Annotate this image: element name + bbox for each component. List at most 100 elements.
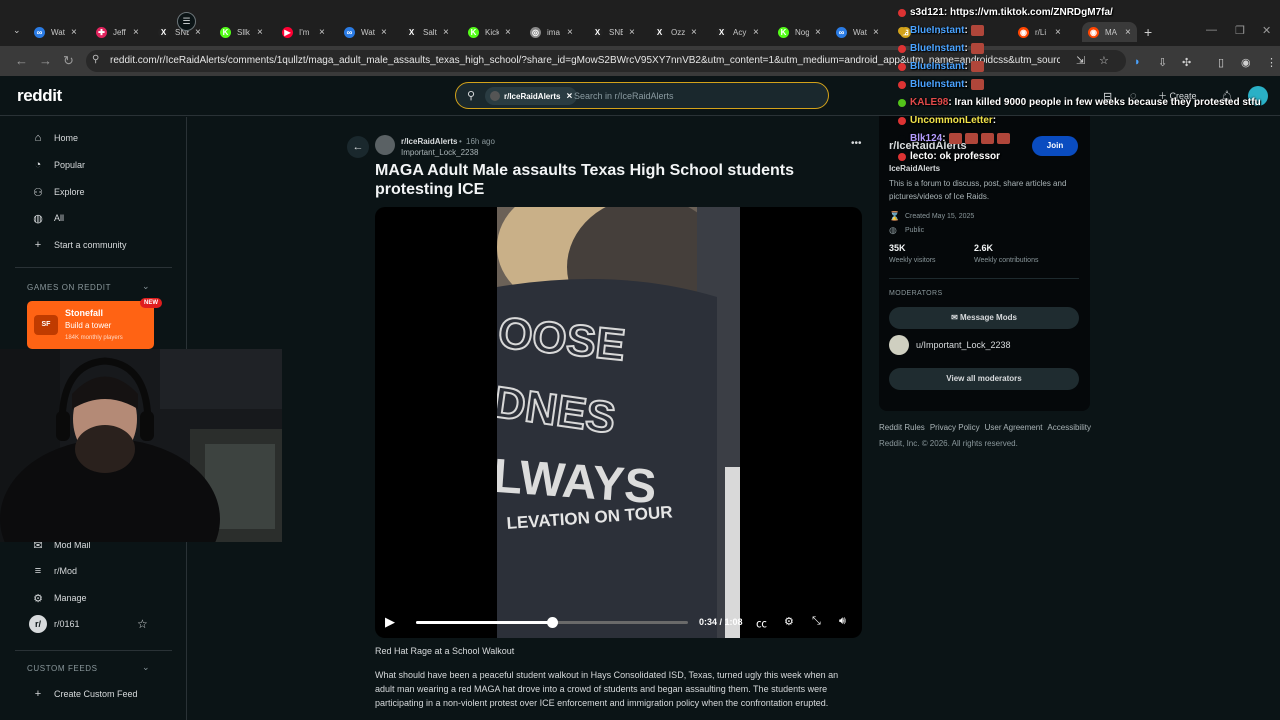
video-frame: OOSE DNES LWAYS LEVATION ON TOUR [497, 207, 740, 638]
chevron-up-icon[interactable]: ⌄ [142, 281, 150, 292]
menu-icon[interactable]: ⋮ [1266, 56, 1277, 69]
tab-title: I'm [299, 27, 310, 37]
tab-close-icon[interactable]: × [257, 27, 263, 38]
user-avatar[interactable] [1248, 86, 1268, 106]
settings-gear-icon[interactable]: ⚙ [784, 615, 794, 628]
more-options-icon[interactable]: ••• [851, 138, 862, 149]
download-icon[interactable]: ⇩ [1158, 56, 1167, 69]
browser-tab[interactable]: X SNE × [592, 22, 635, 42]
browser-tab[interactable]: X Ozz × [654, 22, 697, 42]
chevron-down-icon[interactable]: ⌄ [142, 662, 150, 673]
nav-start-community[interactable]: + Start a community [31, 236, 127, 254]
post-author[interactable]: Important_Lock_2238 [401, 148, 478, 157]
subreddit-filter-chip[interactable]: r/IceRaidAlerts × [485, 87, 578, 105]
nav-home[interactable]: ⌂ Home [31, 129, 78, 147]
tab-close-icon[interactable]: × [629, 27, 635, 38]
tab-close-icon[interactable]: × [195, 27, 201, 38]
fullscreen-icon[interactable]: ⤡ [812, 615, 821, 628]
nav-r-mod[interactable]: ≡ r/Mod [31, 562, 77, 580]
seek-bar[interactable] [416, 617, 688, 628]
advertise-icon[interactable]: ⊟ [1103, 90, 1112, 103]
tab-close-icon[interactable]: × [567, 27, 573, 38]
post-subreddit[interactable]: r/IceRaidAlerts [401, 137, 457, 146]
profile-icon[interactable]: ◉ [1241, 56, 1251, 69]
browser-tab[interactable]: X Salt × [406, 22, 449, 42]
install-icon[interactable]: ⇲ [1076, 54, 1085, 67]
browser-tab[interactable]: ∞ Wat × [836, 22, 879, 42]
captions-icon[interactable]: ㏄ [756, 615, 767, 631]
close-window-icon[interactable]: ✕ [1262, 24, 1271, 37]
search-input[interactable] [574, 88, 814, 104]
tab-close-icon[interactable]: × [505, 27, 511, 38]
browser-tab[interactable]: K Sllk × [220, 22, 263, 42]
nav-popular[interactable]: ◔ Popular [31, 156, 85, 174]
browser-tab[interactable]: ◉ MA × [1082, 22, 1137, 42]
game-card-stonefall[interactable]: SF Stonefall Build a tower 184K monthly … [27, 301, 154, 349]
site-info-icon[interactable]: ⚲ [92, 54, 99, 65]
browser-tab[interactable]: ▶ I'm × [282, 22, 325, 42]
tab-search-icon[interactable]: ⌄ [13, 25, 21, 36]
create-button[interactable]: ＋ Create [1158, 89, 1197, 102]
extension-icon[interactable]: ◗ [1134, 56, 1141, 68]
notifications-icon[interactable]: 🔔︎ [1220, 90, 1234, 103]
volume-icon[interactable]: 🔊︎ [839, 615, 846, 628]
nav-all[interactable]: ◍ All [31, 209, 64, 227]
search-bar[interactable]: ⚲ r/IceRaidAlerts × [455, 82, 829, 109]
tab-close-icon[interactable]: × [815, 27, 821, 38]
moderator-entry[interactable]: u/Important_Lock_2238 [889, 335, 1011, 355]
back-arrow-icon[interactable]: ← [347, 136, 369, 158]
forward-icon[interactable]: → [39, 53, 52, 68]
footer-link[interactable]: Reddit Rules [879, 423, 925, 432]
seek-handle[interactable] [547, 617, 558, 628]
message-mods-button[interactable]: ✉ Message Mods [889, 307, 1079, 329]
tab-close-icon[interactable]: × [133, 27, 139, 38]
play-icon[interactable]: ▶ [385, 614, 395, 630]
tab-close-icon[interactable]: × [1055, 27, 1061, 38]
minimize-icon[interactable]: — [1206, 24, 1217, 36]
browser-tab[interactable]: ⊞ × [900, 22, 943, 42]
browser-tab[interactable]: K Nog × [778, 22, 821, 42]
nav-explore[interactable]: ⚇ Explore [31, 183, 84, 201]
tab-close-icon[interactable]: × [753, 27, 759, 38]
url-text[interactable]: reddit.com/r/IceRaidAlerts/comments/1qul… [110, 55, 1060, 66]
new-tab-button[interactable]: + [1144, 24, 1152, 40]
tab-close-icon[interactable]: × [319, 27, 325, 38]
footer-link[interactable]: Accessibility [1047, 423, 1091, 432]
reddit-logo[interactable]: reddit [17, 86, 62, 106]
community-title[interactable]: r/IceRaidAlerts [889, 140, 967, 152]
tab-close-icon[interactable]: × [1125, 27, 1131, 38]
tab-close-icon[interactable]: × [443, 27, 449, 38]
url-field[interactable]: ⚲ reddit.com/r/IceRaidAlerts/comments/1q… [86, 50, 1126, 72]
tab-close-icon[interactable]: × [381, 27, 387, 38]
view-all-moderators-button[interactable]: View all moderators [889, 368, 1079, 390]
back-icon[interactable]: ← [15, 53, 28, 68]
tab-title: r/Li [1035, 27, 1047, 37]
tab-close-icon[interactable]: × [691, 27, 697, 38]
chat-icon[interactable]: ◌ [1130, 90, 1137, 102]
sidebar-toggle-icon[interactable]: ▯ [1218, 56, 1224, 69]
subreddit-avatar[interactable] [375, 135, 395, 155]
tab-close-icon[interactable]: × [71, 27, 77, 38]
browser-tab[interactable]: X Acy × [716, 22, 759, 42]
collapse-sidebar-icon[interactable]: ☰ [177, 12, 196, 31]
browser-tab[interactable]: ∞ Wat × [34, 22, 77, 42]
reload-icon[interactable]: ↻ [63, 53, 74, 69]
browser-tab[interactable]: K Kick × [468, 22, 511, 42]
tab-close-icon[interactable]: × [937, 27, 943, 38]
create-custom-feed[interactable]: + Create Custom Feed [31, 685, 138, 703]
browser-tab[interactable]: ◉ r/Li × [1018, 22, 1061, 42]
bookmark-star-icon[interactable]: ☆ [1099, 54, 1109, 67]
chip-remove-icon[interactable]: × [566, 91, 572, 102]
extensions-puzzle-icon[interactable]: ✣ [1182, 56, 1191, 69]
favorite-star-icon[interactable]: ☆ [137, 617, 148, 631]
footer-link[interactable]: User Agreement [985, 423, 1043, 432]
footer-link[interactable]: Privacy Policy [930, 423, 980, 432]
browser-tab[interactable]: ∞ Wat × [344, 22, 387, 42]
browser-tab[interactable]: ✚ Jeff × [96, 22, 139, 42]
tab-close-icon[interactable]: × [873, 27, 879, 38]
browser-tab[interactable]: ◎ ima × [530, 22, 573, 42]
nav-manage[interactable]: ⚙ Manage [31, 589, 86, 607]
join-button[interactable]: Join [1032, 136, 1078, 156]
maximize-icon[interactable]: ❐ [1235, 24, 1245, 37]
video-player[interactable]: OOSE DNES LWAYS LEVATION ON TOUR ▶ 0:34 … [375, 207, 862, 638]
